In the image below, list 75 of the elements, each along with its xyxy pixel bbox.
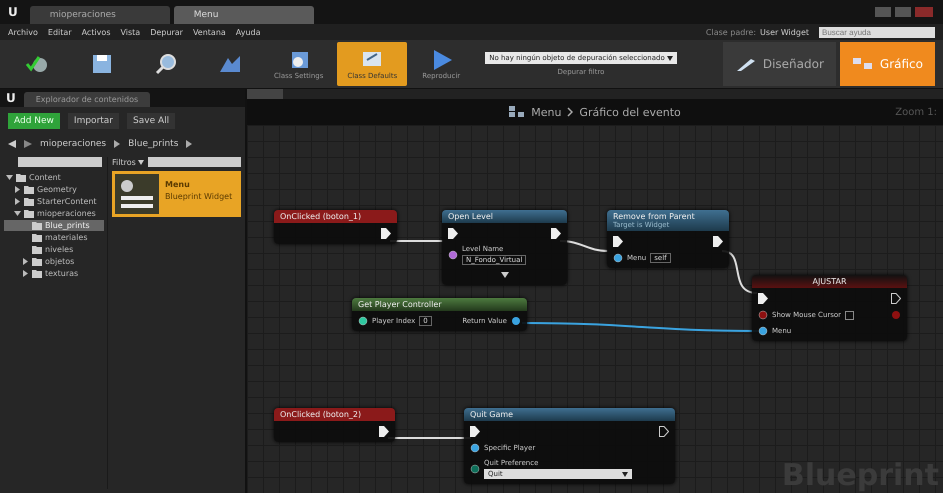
expand-arrow-icon[interactable] <box>22 258 29 265</box>
menu-item[interactable]: Ayuda <box>236 28 261 36</box>
mode-tab[interactable]: Diseñador <box>722 42 836 86</box>
asset-tile[interactable]: Menu Blueprint Widget <box>112 171 241 217</box>
data-pin-icon[interactable] <box>470 464 480 474</box>
menu-item[interactable]: Ventana <box>192 28 226 36</box>
folder-item[interactable]: texturas <box>4 268 104 279</box>
caret-icon <box>666 56 673 60</box>
path-segment[interactable]: Blue_prints <box>128 139 178 149</box>
document-tab[interactable]: Menu <box>174 6 314 24</box>
caret-icon <box>138 160 144 164</box>
path-arrow-icon <box>114 140 120 148</box>
menu-item[interactable]: Archivo <box>8 28 38 36</box>
data-pin-icon[interactable] <box>758 310 768 320</box>
menu-item[interactable]: Editar <box>48 28 72 36</box>
content-action-button[interactable]: Importar <box>68 113 120 129</box>
exec-pin-icon[interactable] <box>891 293 901 304</box>
graph-node[interactable]: OnClicked (boton_2) <box>274 408 395 442</box>
data-pin-icon[interactable] <box>358 316 368 326</box>
expand-arrow-icon[interactable] <box>22 270 29 277</box>
path-arrow-icon <box>186 140 192 148</box>
content-browser-tab[interactable]: Explorador de contenidos <box>24 92 150 107</box>
menu-item[interactable]: Depurar <box>150 28 183 36</box>
graph-canvas[interactable] <box>247 125 943 493</box>
folder-item[interactable]: niveles <box>4 244 104 255</box>
expand-arrow-icon[interactable] <box>6 174 13 181</box>
folder-item[interactable]: Blue_prints <box>4 220 104 231</box>
exec-pin-icon[interactable] <box>713 236 723 247</box>
breadcrumb-link[interactable]: Gráfico del evento <box>579 106 681 118</box>
engine-logo: U <box>6 91 16 105</box>
expand-arrow-icon[interactable] <box>14 186 21 193</box>
expand-arrow-icon[interactable] <box>500 272 508 278</box>
folder-item[interactable]: Content <box>4 172 104 183</box>
folder-item[interactable]: StarterContent <box>4 196 104 207</box>
widget-thumbnail-icon <box>115 174 159 214</box>
breadcrumb-link[interactable]: Menu <box>531 106 562 118</box>
graph-node[interactable]: OnClicked (boton_1) <box>274 210 397 244</box>
menu-item[interactable]: Vista <box>120 28 140 36</box>
parent-class-link[interactable]: User Widget <box>760 28 809 36</box>
exec-pin-icon[interactable] <box>758 293 768 304</box>
folder-item[interactable]: objetos <box>4 256 104 267</box>
forward-icon[interactable] <box>24 140 32 148</box>
data-pin-icon[interactable] <box>511 316 521 326</box>
menu-item[interactable]: Activos <box>82 28 110 36</box>
graph-icon <box>509 106 526 118</box>
window-controls-icon[interactable] <box>875 5 935 19</box>
exec-pin-icon[interactable] <box>470 426 480 437</box>
path-segment[interactable]: mioperaciones <box>40 139 106 149</box>
exec-pin-icon[interactable] <box>448 228 458 239</box>
expand-arrow-icon[interactable] <box>14 210 21 217</box>
pin-checkbox[interactable] <box>845 310 854 320</box>
exec-pin-icon[interactable] <box>551 228 561 239</box>
data-pin-icon[interactable] <box>758 326 768 336</box>
data-pin-icon[interactable] <box>470 443 480 453</box>
folder-item[interactable]: materiales <box>4 232 104 243</box>
document-tab[interactable]: mioperaciones <box>30 6 170 24</box>
caret-icon <box>622 472 628 476</box>
exec-pin-icon[interactable] <box>613 236 623 247</box>
exec-pin-icon[interactable] <box>379 426 389 437</box>
folder-item[interactable]: mioperaciones <box>4 208 104 219</box>
help-search-field[interactable]: Buscar ayuda <box>819 26 935 38</box>
asset-search-field[interactable] <box>148 157 241 167</box>
zoom-label: Zoom 1: <box>895 106 937 118</box>
engine-logo: U <box>8 5 18 19</box>
data-pin-icon[interactable] <box>613 253 623 263</box>
exec-pin-icon[interactable] <box>381 228 391 239</box>
expand-arrow-icon[interactable] <box>14 198 21 205</box>
exec-pin-icon[interactable] <box>659 426 669 437</box>
back-icon[interactable] <box>8 140 16 148</box>
content-action-button[interactable]: Save All <box>127 113 176 129</box>
folder-search-field[interactable] <box>18 157 102 167</box>
parent-class-label: Clase padre: <box>706 28 756 36</box>
folder-item[interactable]: Geometry <box>4 184 104 195</box>
filters-button[interactable]: Filtros <box>112 158 144 166</box>
data-pin-icon[interactable] <box>448 250 458 260</box>
